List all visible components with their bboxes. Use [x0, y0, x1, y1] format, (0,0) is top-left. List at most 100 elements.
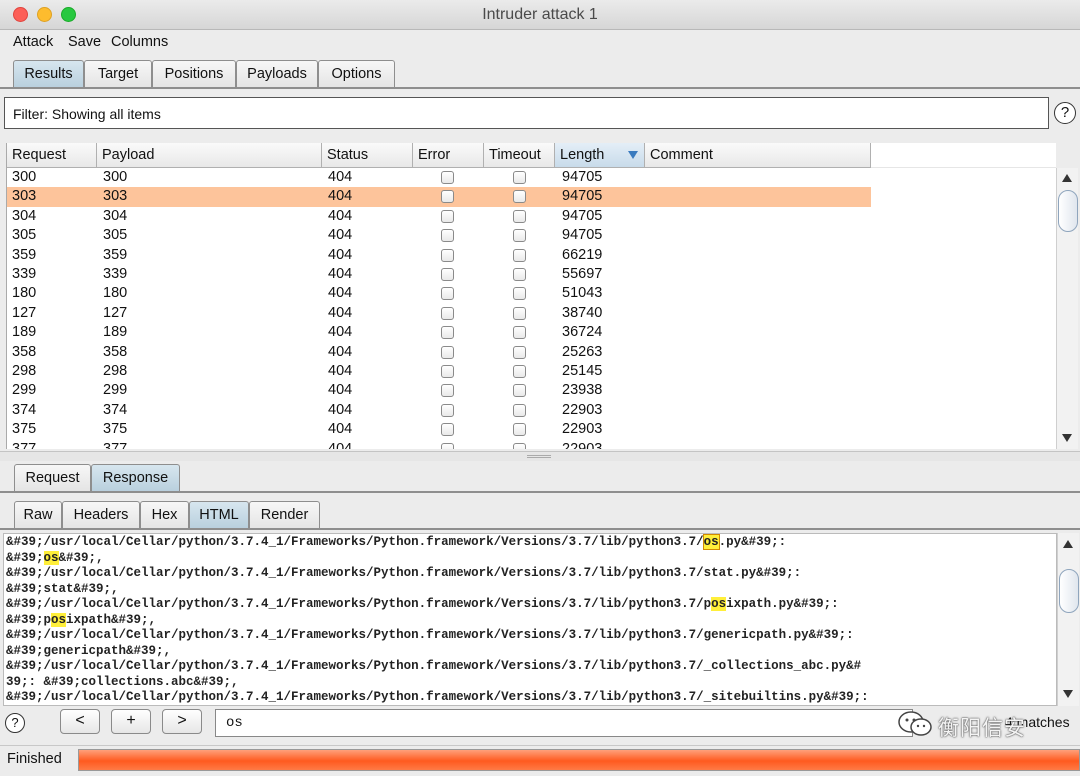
splitter-grip-icon[interactable]	[527, 455, 551, 458]
response-line: &#39;posixpath&#39;,	[6, 612, 157, 627]
table-row[interactable]: 127 127 404 38740	[7, 304, 871, 323]
tab-payloads[interactable]: Payloads	[236, 60, 318, 88]
cell-payload: 304	[103, 207, 128, 224]
progress-fill	[79, 750, 1079, 770]
scroll-thumb[interactable]	[1059, 569, 1079, 613]
menu-bar: Attack Save Columns	[0, 30, 1080, 54]
table-scrollbar[interactable]	[1056, 168, 1078, 449]
response-text: ixpath&#39;,	[66, 612, 157, 627]
error-checkbox	[441, 229, 454, 243]
response-text: &#39;/usr/local/Cellar/python/3.7.4_1/Fr…	[6, 597, 712, 611]
cell-length: 22903	[562, 421, 603, 438]
tab-positions[interactable]: Positions	[152, 60, 236, 88]
window-title: Intruder attack 1	[482, 6, 598, 23]
table-row[interactable]: 180 180 404 51043	[7, 284, 871, 303]
status-text: Finished	[7, 751, 62, 767]
menu-columns[interactable]: Columns	[111, 34, 168, 50]
scroll-up-icon[interactable]	[1062, 174, 1072, 182]
cell-payload: 339	[103, 266, 128, 282]
cell-request: 339	[12, 266, 37, 282]
timeout-checkbox	[513, 171, 526, 184]
error-checkbox	[441, 423, 454, 437]
response-line: &#39;genericpath&#39;,	[6, 644, 171, 658]
progress-bar	[78, 749, 1080, 771]
menu-save[interactable]: Save	[68, 34, 101, 50]
table-row[interactable]: 189 189 404 36724	[7, 323, 871, 342]
scroll-down-icon[interactable]	[1063, 690, 1073, 698]
column-header-timeout[interactable]: Timeout	[484, 143, 555, 168]
tab-raw[interactable]: Raw	[14, 501, 62, 529]
table-row[interactable]: 305 305 404 94705	[7, 226, 871, 245]
response-text: &#39;genericpath&#39;,	[6, 643, 172, 658]
response-text: &#39;/usr/local/Cellar/python/3.7.4_1/Fr…	[6, 628, 854, 642]
table-row[interactable]: 377 377 404 22903	[7, 440, 871, 449]
response-text: &#39;stat&#39;,	[6, 581, 119, 596]
table-row[interactable]: 359 359 404 66219	[7, 246, 871, 265]
previous-match-button[interactable]: <	[60, 709, 100, 734]
table-row[interactable]: 303 303 404 94705	[7, 187, 871, 207]
search-input[interactable]: os	[215, 709, 913, 737]
response-line: &#39;os&#39;,	[6, 550, 104, 565]
error-checkbox	[441, 345, 454, 359]
table-row[interactable]: 299 299 404 23938	[7, 381, 871, 400]
cell-status: 404	[328, 207, 353, 224]
cell-length: 22903	[562, 401, 603, 418]
table-row[interactable]: 358 358 404 25263	[7, 343, 871, 362]
column-header-request[interactable]: Request	[7, 143, 97, 168]
timeout-checkbox	[513, 423, 526, 437]
search-help-icon[interactable]: ?	[5, 713, 25, 733]
cell-request: 305	[12, 227, 37, 244]
filter-bar[interactable]: Filter: Showing all items	[4, 97, 1049, 129]
cell-length: 55697	[562, 266, 603, 282]
filter-help-icon[interactable]: ?	[1054, 102, 1076, 124]
tab-options[interactable]: Options	[318, 60, 395, 88]
next-match-button[interactable]: >	[162, 709, 202, 734]
add-button[interactable]: +	[111, 709, 151, 734]
tab-hex[interactable]: Hex	[140, 501, 189, 529]
response-scrollbar[interactable]	[1057, 533, 1079, 706]
response-text: .py&#39;:	[718, 535, 787, 549]
response-line: &#39;/usr/local/Cellar/python/3.7.4_1/Fr…	[6, 628, 854, 642]
table-row[interactable]: 298 298 404 25145	[7, 362, 871, 381]
column-header-status[interactable]: Status	[322, 143, 413, 168]
response-body[interactable]: &#39;/usr/local/Cellar/python/3.7.4_1/Fr…	[3, 533, 1057, 706]
cell-payload: 305	[103, 227, 128, 244]
scroll-down-icon[interactable]	[1062, 434, 1072, 442]
view-tabs: Raw Headers Hex HTML Render	[0, 501, 1080, 529]
column-header-comment[interactable]: Comment	[645, 143, 871, 168]
timeout-checkbox	[513, 384, 526, 398]
tab-headers[interactable]: Headers	[62, 501, 140, 529]
cell-request: 359	[12, 246, 37, 263]
tab-response[interactable]: Response	[91, 464, 180, 492]
cell-request: 300	[12, 169, 37, 185]
cell-status: 404	[328, 304, 353, 321]
cell-request: 180	[12, 285, 37, 302]
scroll-thumb[interactable]	[1058, 190, 1078, 232]
scroll-up-icon[interactable]	[1063, 540, 1073, 548]
menu-attack[interactable]: Attack	[13, 34, 53, 50]
table-row[interactable]: 339 339 404 55697	[7, 265, 871, 284]
cell-status: 404	[328, 401, 353, 418]
column-header-payload[interactable]: Payload	[97, 143, 322, 168]
cell-payload: 377	[103, 440, 128, 449]
tab-results[interactable]: Results	[13, 60, 84, 88]
cell-length: 36724	[562, 324, 603, 341]
cell-status: 404	[328, 382, 353, 399]
tab-html[interactable]: HTML	[189, 501, 249, 529]
column-header-error[interactable]: Error	[413, 143, 484, 168]
tab-target[interactable]: Target	[84, 60, 152, 88]
cell-payload: 374	[103, 401, 128, 418]
cell-payload: 300	[103, 169, 128, 185]
table-row[interactable]: 374 374 404 22903	[7, 401, 871, 420]
tab-render[interactable]: Render	[249, 501, 320, 529]
table-row[interactable]: 304 304 404 94705	[7, 207, 871, 226]
column-header-length[interactable]: Length	[555, 143, 645, 168]
search-highlight: os	[51, 612, 67, 627]
table-row[interactable]: 300 300 404 94705	[7, 168, 871, 187]
cell-payload: 189	[103, 324, 128, 341]
table-row[interactable]: 375 375 404 22903	[7, 420, 871, 439]
pane-splitter[interactable]	[0, 451, 1080, 461]
cell-length: 94705	[562, 207, 603, 224]
cell-status: 404	[328, 246, 353, 263]
tab-request[interactable]: Request	[14, 464, 91, 492]
